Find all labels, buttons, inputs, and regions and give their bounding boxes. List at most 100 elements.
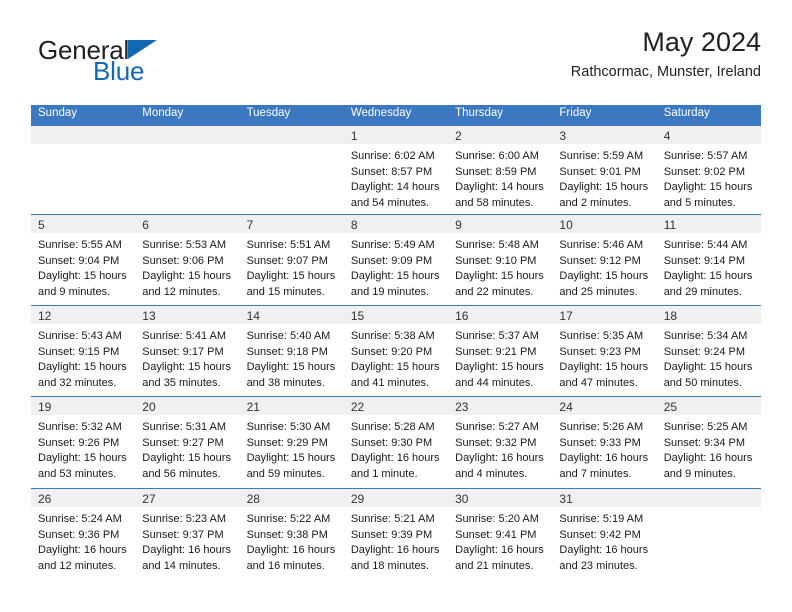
day-details: Sunrise: 5:25 AM Sunset: 9:34 PM Daylight:…	[657, 415, 761, 482]
day-cell[interactable]: 31 Sunrise: 5:19 AM Sunset: 9:42 PM Dayligh…	[552, 489, 657, 581]
day-number-band: 18	[656, 306, 761, 324]
day-cell[interactable]: 28 Sunrise: 5:22 AM Sunset: 9:38 PM Dayligh…	[239, 489, 344, 581]
day-details: Sunrise: 5:48 AM Sunset: 9:10 PM Daylight:…	[448, 233, 552, 300]
title-block: May 2024 Rathcormac, Munster, Ireland	[571, 28, 761, 81]
daylight-text: Daylight: 15 hours and 15 minutes.	[246, 270, 336, 298]
sunrise-text: Sunrise: 5:24 AM	[38, 513, 122, 525]
sunset-text: Sunset: 9:38 PM	[246, 528, 328, 541]
sunset-text: Sunset: 9:33 PM	[559, 436, 641, 449]
day-details: Sunrise: 5:53 AM Sunset: 9:06 PM Daylight:…	[135, 233, 239, 300]
sunrise-text: Sunrise: 5:48 AM	[455, 239, 539, 251]
daylight-text: Daylight: 15 hours and 25 minutes.	[559, 270, 649, 298]
daylight-text: Daylight: 15 hours and 35 minutes.	[142, 361, 231, 389]
day-cell[interactable]: 21 Sunrise: 5:30 AM Sunset: 9:29 PM Dayligh…	[239, 397, 344, 488]
day-cell[interactable]: 10 Sunrise: 5:46 AM Sunset: 9:12 PM Dayligh…	[552, 215, 657, 305]
day-details: Sunrise: 5:27 AM Sunset: 9:32 PM Daylight:…	[448, 415, 552, 482]
day-details: Sunrise: 5:28 AM Sunset: 9:30 PM Daylight:…	[344, 415, 448, 482]
day-cell[interactable]: 6 Sunrise: 5:53 AM Sunset: 9:06 PM Daylight…	[135, 215, 240, 305]
day-cell[interactable]: 25 Sunrise: 5:25 AM Sunset: 9:34 PM Dayligh…	[656, 397, 761, 488]
day-number: 27	[142, 492, 156, 506]
sunrise-text: Sunrise: 5:44 AM	[663, 239, 748, 251]
day-details: Sunrise: 5:24 AM Sunset: 9:36 PM Daylight:…	[31, 507, 135, 574]
sunset-text: Sunset: 9:15 PM	[38, 345, 120, 358]
daylight-text: Daylight: 14 hours and 54 minutes.	[350, 181, 440, 209]
sunset-text: Sunset: 9:26 PM	[38, 436, 120, 449]
day-cell[interactable]: 3 Sunrise: 5:59 AM Sunset: 9:01 PM Daylight…	[552, 126, 657, 214]
day-cell[interactable]: 12 Sunrise: 5:43 AM Sunset: 9:15 PM Dayligh…	[31, 306, 136, 396]
day-cell[interactable]: 16 Sunrise: 5:37 AM Sunset: 9:21 PM Dayligh…	[448, 306, 553, 396]
sunrise-text: Sunrise: 5:49 AM	[350, 239, 435, 251]
day-details: Sunrise: 5:44 AM Sunset: 9:14 PM Daylight:…	[657, 233, 761, 300]
day-number: 30	[455, 492, 469, 506]
day-cell[interactable]: 8 Sunrise: 5:49 AM Sunset: 9:09 PM Daylight…	[343, 215, 449, 305]
day-cell-empty	[31, 126, 136, 214]
calendar-week-row: 19 Sunrise: 5:32 AM Sunset: 9:26 PM Dayligh…	[31, 396, 761, 488]
day-cell[interactable]: 13 Sunrise: 5:41 AM Sunset: 9:17 PM Dayligh…	[135, 306, 240, 396]
day-cell-empty	[135, 126, 240, 214]
day-cell[interactable]: 5 Sunrise: 5:55 AM Sunset: 9:04 PM Daylight…	[31, 215, 136, 305]
day-number: 15	[350, 309, 365, 323]
day-cell[interactable]: 7 Sunrise: 5:51 AM Sunset: 9:07 PM Daylight…	[239, 215, 344, 305]
day-cell[interactable]: 24 Sunrise: 5:26 AM Sunset: 9:33 PM Dayligh…	[552, 397, 657, 488]
day-number-band: 6	[135, 215, 240, 233]
daylight-text: Daylight: 15 hours and 29 minutes.	[663, 270, 753, 298]
daylight-text: Daylight: 15 hours and 22 minutes.	[455, 270, 544, 298]
sunrise-text: Sunrise: 5:25 AM	[663, 421, 748, 433]
day-details: Sunrise: 5:41 AM Sunset: 9:17 PM Daylight:…	[135, 324, 239, 391]
day-cell[interactable]: 4 Sunrise: 5:57 AM Sunset: 9:02 PM Daylight…	[656, 126, 761, 214]
calendar-week-row: 26 Sunrise: 5:24 AM Sunset: 9:36 PM Dayligh…	[31, 488, 761, 581]
weekday-sunday: Sunday	[38, 107, 78, 119]
day-cell[interactable]: 20 Sunrise: 5:31 AM Sunset: 9:27 PM Dayligh…	[135, 397, 240, 488]
daylight-text: Daylight: 15 hours and 38 minutes.	[246, 361, 336, 389]
day-number: 17	[559, 309, 573, 323]
weekday-saturday: Saturday	[663, 107, 710, 119]
day-cell[interactable]: 19 Sunrise: 5:32 AM Sunset: 9:26 PM Dayligh…	[31, 397, 136, 488]
sunrise-text: Sunrise: 5:38 AM	[350, 330, 435, 342]
day-number: 19	[38, 400, 52, 414]
sunset-text: Sunset: 9:02 PM	[663, 165, 746, 178]
sunset-text: Sunset: 9:32 PM	[455, 436, 537, 449]
sunrise-text: Sunrise: 5:19 AM	[559, 513, 644, 525]
day-number: 16	[455, 309, 469, 323]
day-cell[interactable]: 30 Sunrise: 5:20 AM Sunset: 9:41 PM Dayligh…	[448, 489, 553, 581]
day-number: 2	[455, 129, 462, 143]
day-cell[interactable]: 1 Sunrise: 6:02 AM Sunset: 8:57 PM Daylight…	[343, 126, 449, 214]
day-cell[interactable]: 11 Sunrise: 5:44 AM Sunset: 9:14 PM Dayligh…	[656, 215, 761, 305]
day-number-band: 13	[135, 306, 240, 324]
day-cell[interactable]: 14 Sunrise: 5:40 AM Sunset: 9:18 PM Dayligh…	[239, 306, 344, 396]
sunset-text: Sunset: 9:23 PM	[559, 345, 641, 358]
daylight-text: Daylight: 15 hours and 12 minutes.	[142, 270, 231, 298]
day-details: Sunrise: 5:20 AM Sunset: 9:41 PM Daylight:…	[448, 507, 552, 574]
sunset-text: Sunset: 8:59 PM	[455, 165, 537, 178]
day-cell[interactable]: 22 Sunrise: 5:28 AM Sunset: 9:30 PM Dayligh…	[343, 397, 449, 488]
day-details: Sunrise: 5:19 AM Sunset: 9:42 PM Daylight:…	[552, 507, 656, 574]
brand-logo[interactable]: General Blue	[31, 28, 261, 90]
sunrise-text: Sunrise: 5:22 AM	[246, 513, 331, 525]
daylight-text: Daylight: 16 hours and 23 minutes.	[559, 544, 649, 572]
sunset-text: Sunset: 9:07 PM	[246, 254, 328, 267]
sunrise-text: Sunrise: 5:34 AM	[663, 330, 748, 342]
day-cell[interactable]: 27 Sunrise: 5:23 AM Sunset: 9:37 PM Dayligh…	[135, 489, 240, 581]
sunrise-text: Sunrise: 5:21 AM	[350, 513, 435, 525]
day-cell[interactable]: 17 Sunrise: 5:35 AM Sunset: 9:23 PM Dayligh…	[552, 306, 657, 396]
day-number-band: 7	[239, 215, 344, 233]
day-number-band	[31, 126, 136, 144]
day-cell[interactable]: 26 Sunrise: 5:24 AM Sunset: 9:36 PM Dayligh…	[31, 489, 136, 581]
day-cell[interactable]: 9 Sunrise: 5:48 AM Sunset: 9:10 PM Daylight…	[448, 215, 553, 305]
daylight-text: Daylight: 15 hours and 47 minutes.	[559, 361, 649, 389]
sunrise-text: Sunrise: 5:46 AM	[559, 239, 644, 251]
day-cell[interactable]: 23 Sunrise: 5:27 AM Sunset: 9:32 PM Dayligh…	[448, 397, 553, 488]
sunrise-text: Sunrise: 5:37 AM	[455, 330, 539, 342]
day-cell[interactable]: 29 Sunrise: 5:21 AM Sunset: 9:39 PM Dayligh…	[343, 489, 449, 581]
day-cell[interactable]: 2 Sunrise: 6:00 AM Sunset: 8:59 PM Daylight…	[448, 126, 553, 214]
sunset-text: Sunset: 9:36 PM	[38, 528, 120, 541]
day-details: Sunrise: 5:21 AM Sunset: 9:39 PM Daylight:…	[344, 507, 448, 574]
day-number: 20	[142, 400, 156, 414]
weekday-friday: Friday	[559, 107, 592, 119]
day-cell[interactable]: 15 Sunrise: 5:38 AM Sunset: 9:20 PM Dayligh…	[343, 306, 449, 396]
day-cell[interactable]: 18 Sunrise: 5:34 AM Sunset: 9:24 PM Dayligh…	[656, 306, 761, 396]
weekday-header-row: Sunday Monday Tuesday Wednesday Thursday…	[31, 105, 761, 126]
day-number-band	[656, 489, 761, 507]
day-number: 3	[559, 129, 567, 143]
daylight-text: Daylight: 15 hours and 56 minutes.	[142, 452, 231, 480]
